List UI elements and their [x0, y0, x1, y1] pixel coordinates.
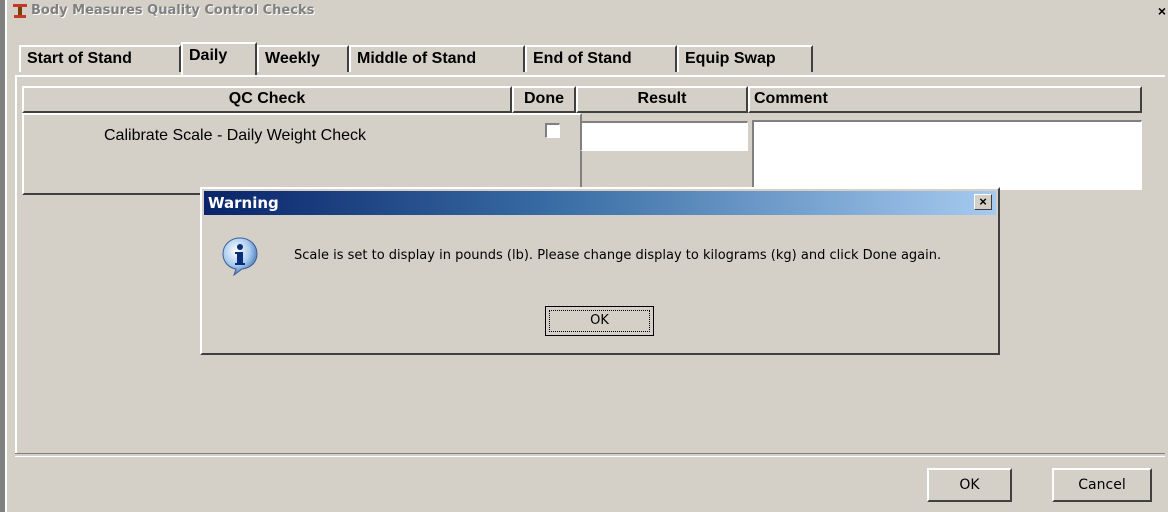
result-input[interactable] [580, 121, 748, 151]
qc-check-label: Calibrate Scale - Daily Weight Check [104, 127, 367, 144]
window-close-button[interactable]: × [1154, 2, 1168, 20]
column-header-done[interactable]: Done [512, 86, 576, 113]
dialog-close-button[interactable]: × [974, 194, 992, 210]
dialog-title: Warning [208, 194, 279, 212]
comment-textarea[interactable] [752, 120, 1142, 190]
column-header-comment[interactable]: Comment [748, 86, 1142, 113]
info-icon [222, 237, 258, 276]
tab-middle-of-stand[interactable]: Middle of Stand [349, 45, 525, 72]
tab-weekly[interactable]: Weekly [257, 45, 349, 72]
column-header-result[interactable]: Result [576, 86, 748, 113]
scale-icon [13, 4, 27, 18]
dialog-message: Scale is set to display in pounds (lb). … [294, 248, 942, 263]
dialog-ok-button[interactable]: OK [545, 306, 654, 336]
dialog-titlebar[interactable]: Warning × [204, 191, 996, 215]
tab-end-of-stand[interactable]: End of Stand [525, 45, 677, 72]
window-title: Body Measures Quality Control Checks [31, 3, 315, 18]
tab-daily[interactable]: Daily [181, 42, 257, 75]
dialog-ok-label: OK [549, 310, 650, 332]
done-checkbox[interactable] [545, 123, 560, 138]
tab-equip-swap[interactable]: Equip Swap [677, 45, 813, 72]
cancel-button[interactable]: Cancel [1052, 468, 1152, 502]
ok-button[interactable]: OK [927, 468, 1012, 502]
footer-divider [15, 453, 1165, 457]
tab-strip: Start of Stand Daily Weekly Middle of St… [15, 42, 1165, 75]
column-header-qc-check[interactable]: QC Check [22, 86, 512, 113]
window-titlebar[interactable]: Body Measures Quality Control Checks × [7, 0, 1168, 22]
tab-start-of-stand[interactable]: Start of Stand [19, 45, 181, 72]
table-row [22, 113, 582, 195]
warning-dialog: Warning × Scale is set to display in pou… [200, 187, 1000, 355]
